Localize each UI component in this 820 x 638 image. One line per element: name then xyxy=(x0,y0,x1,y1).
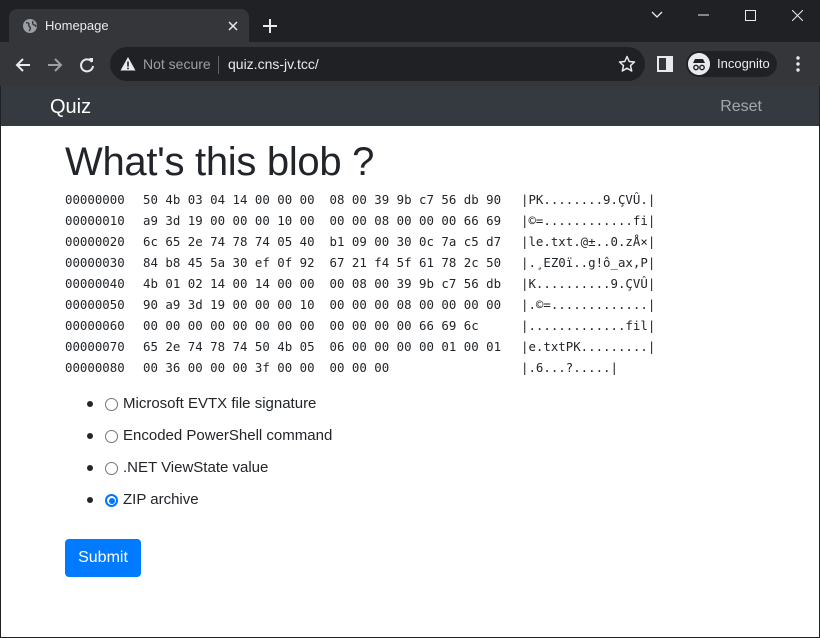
hex-ascii: |.6...?.....| xyxy=(521,360,618,375)
radio-button[interactable] xyxy=(105,494,118,507)
browser-tab[interactable]: Homepage xyxy=(9,9,249,42)
hex-bytes: 00 00 00 00 00 00 00 00 00 00 00 00 66 6… xyxy=(143,318,479,333)
browser-toolbar: Not secure quiz.cns-jv.tcc/ Incognito xyxy=(0,42,820,86)
tab-strip: Homepage xyxy=(0,0,820,42)
list-bullet xyxy=(87,497,93,503)
hex-offset: 00000060 xyxy=(65,318,125,333)
reload-icon[interactable] xyxy=(73,51,101,79)
globe-icon xyxy=(23,19,37,33)
warning-icon[interactable] xyxy=(120,56,136,72)
omnibox-divider xyxy=(218,56,219,74)
answer-option-label[interactable]: Microsoft EVTX file signature xyxy=(123,394,316,414)
hex-ascii: |.©=.............| xyxy=(521,297,656,312)
hex-ascii: |K..........9.ÇVÛ| xyxy=(521,276,656,291)
radio-button[interactable] xyxy=(105,430,118,443)
radio-button[interactable] xyxy=(105,462,118,475)
hex-bytes: 6c 65 2e 74 78 74 05 40 b1 09 00 30 0c 7… xyxy=(143,234,502,249)
incognito-icon xyxy=(688,53,710,75)
hex-bytes: 50 4b 03 04 14 00 00 00 08 00 39 9b c7 5… xyxy=(143,192,502,207)
hex-bytes: 84 b8 45 5a 30 ef 0f 92 67 21 f4 5f 61 7… xyxy=(143,255,502,270)
radio-button[interactable] xyxy=(105,398,118,411)
hex-bytes: 90 a9 3d 19 00 00 00 10 00 00 00 08 00 0… xyxy=(143,297,502,312)
submit-button[interactable]: Submit xyxy=(65,539,141,577)
list-bullet xyxy=(87,433,93,439)
minimize-icon[interactable] xyxy=(680,0,726,30)
back-arrow-icon[interactable] xyxy=(9,51,37,79)
reset-link[interactable]: Reset xyxy=(720,97,762,117)
answer-option-label[interactable]: .NET ViewState value xyxy=(123,458,268,478)
close-window-icon[interactable] xyxy=(774,0,820,30)
page-title: What's this blob ? xyxy=(65,140,375,184)
list-bullet xyxy=(87,401,93,407)
hex-bytes: 4b 01 02 14 00 14 00 00 00 08 00 39 9b c… xyxy=(143,276,502,291)
hex-offset: 00000050 xyxy=(65,297,125,312)
hex-offset: 00000010 xyxy=(65,213,125,228)
hex-offset: 00000080 xyxy=(65,360,125,375)
address-bar[interactable]: Not secure quiz.cns-jv.tcc/ xyxy=(110,47,645,81)
incognito-label: Incognito xyxy=(717,56,770,71)
bookmark-star-icon[interactable] xyxy=(618,55,636,73)
hex-ascii: |PK........9.ÇVÛ.| xyxy=(521,192,656,207)
maximize-icon[interactable] xyxy=(727,0,773,30)
side-panel-icon[interactable] xyxy=(656,54,676,74)
hex-ascii: |.............fil| xyxy=(521,318,656,333)
navbar-brand-link[interactable]: Quiz xyxy=(50,95,91,119)
page-viewport: Quiz Reset What's this blob ? 00000000 50… xyxy=(1,86,819,637)
incognito-badge[interactable]: Incognito xyxy=(686,51,777,77)
hex-bytes: a9 3d 19 00 00 00 10 00 00 00 08 00 00 0… xyxy=(143,213,502,228)
not-secure-label[interactable]: Not secure xyxy=(143,56,211,73)
site-navbar: Quiz Reset xyxy=(1,86,819,126)
hex-ascii: |e.txtPK.........| xyxy=(521,339,656,354)
tab-title: Homepage xyxy=(45,18,109,33)
new-tab-plus-icon[interactable] xyxy=(259,15,281,37)
answer-option-label[interactable]: ZIP archive xyxy=(123,490,199,510)
hex-ascii: |.¸EZ0ï..g!ô_ax,P| xyxy=(521,255,656,270)
url-text[interactable]: quiz.cns-jv.tcc/ xyxy=(228,56,319,73)
hex-offset: 00000040 xyxy=(65,276,125,291)
tab-close-icon[interactable] xyxy=(223,16,243,36)
answer-option-label[interactable]: Encoded PowerShell command xyxy=(123,426,332,446)
kebab-menu-icon[interactable] xyxy=(788,54,808,74)
hex-ascii: |le.txt.@±..0.zÅ×| xyxy=(521,234,656,249)
hex-bytes: 00 36 00 00 00 3f 00 00 00 00 00 xyxy=(143,360,390,375)
hex-offset: 00000030 xyxy=(65,255,125,270)
list-bullet xyxy=(87,465,93,471)
hex-offset: 00000020 xyxy=(65,234,125,249)
hex-offset: 00000070 xyxy=(65,339,125,354)
tab-search-chevron-icon[interactable] xyxy=(634,0,680,30)
hex-bytes: 65 2e 74 78 74 50 4b 05 06 00 00 00 00 0… xyxy=(143,339,502,354)
hex-ascii: |©=............fi| xyxy=(521,213,656,228)
forward-arrow-icon[interactable] xyxy=(41,51,69,79)
hex-offset: 00000000 xyxy=(65,192,125,207)
